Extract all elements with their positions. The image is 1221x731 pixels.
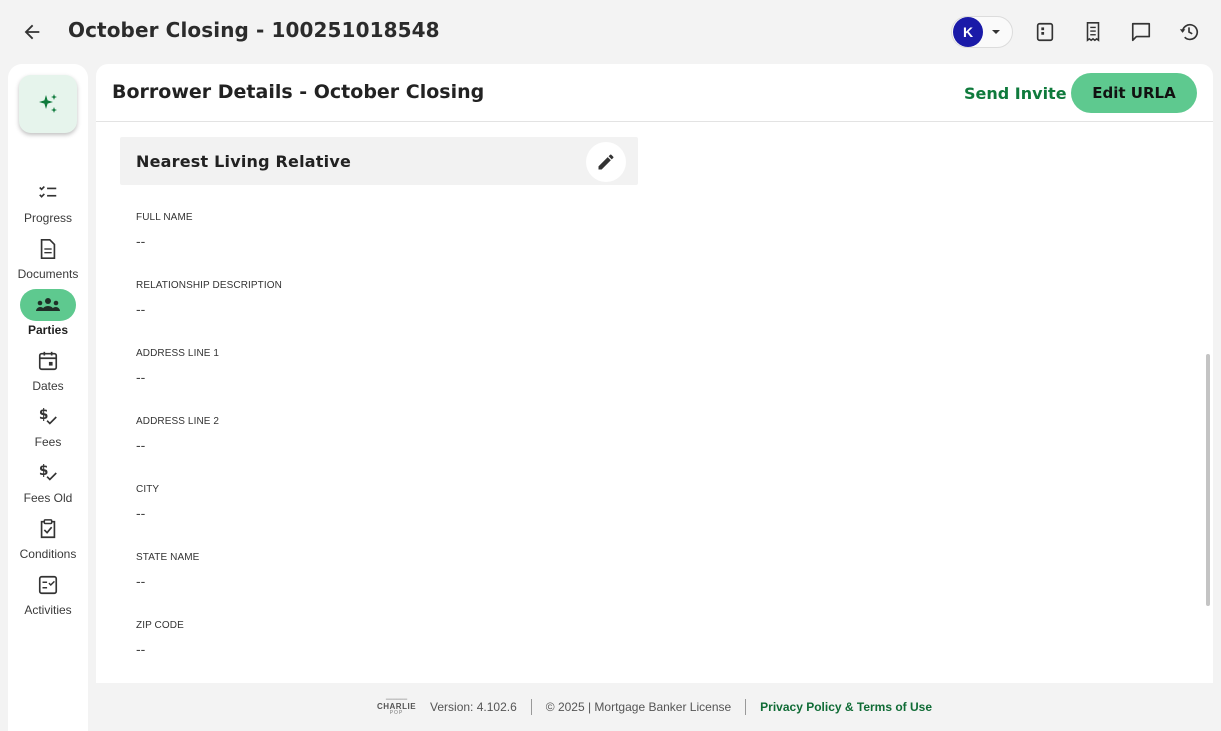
history-icon[interactable] bbox=[1177, 20, 1201, 44]
sidebar-item-conditions[interactable]: Conditions bbox=[8, 513, 88, 569]
edit-urla-button[interactable]: Edit URLA bbox=[1071, 73, 1197, 113]
sidebar-item-fees[interactable]: $ Fees bbox=[8, 401, 88, 457]
field-state-name: STATE NAME -- bbox=[136, 552, 736, 589]
section-header: Nearest Living Relative bbox=[120, 137, 638, 185]
field-value: -- bbox=[136, 437, 146, 453]
field-label: ZIP CODE bbox=[136, 620, 184, 631]
field-value: -- bbox=[136, 301, 146, 317]
copyright-text: © 2025 | Mortgage Banker License bbox=[545, 700, 732, 714]
dollar-check-icon: $ bbox=[20, 401, 76, 433]
sidebar-item-parties[interactable]: Parties bbox=[8, 289, 88, 345]
user-menu[interactable]: K bbox=[951, 16, 1013, 48]
svg-text:$: $ bbox=[39, 407, 49, 423]
document-icon bbox=[20, 233, 76, 265]
sparkle-icon bbox=[39, 94, 57, 113]
checkbox-list-icon bbox=[20, 569, 76, 601]
sidebar-item-label: Fees bbox=[34, 435, 62, 449]
divider bbox=[745, 699, 747, 715]
field-zip-code: ZIP CODE -- bbox=[136, 620, 736, 657]
back-arrow-icon[interactable] bbox=[18, 18, 46, 46]
clipboard-check-icon bbox=[20, 513, 76, 545]
field-label: RELATIONSHIP DESCRIPTION bbox=[136, 280, 282, 291]
field-label: STATE NAME bbox=[136, 552, 200, 563]
calendar-icon bbox=[20, 345, 76, 377]
avatar: K bbox=[953, 17, 983, 47]
page-title: October Closing - 100251018548 bbox=[68, 18, 440, 42]
field-value: -- bbox=[136, 641, 146, 657]
sidebar-item-label: Documents bbox=[17, 267, 79, 281]
field-label: ADDRESS LINE 1 bbox=[136, 348, 220, 359]
sidebar-item-label: Conditions bbox=[19, 547, 77, 561]
sidebar-item-dates[interactable]: Dates bbox=[8, 345, 88, 401]
vertical-scrollbar[interactable] bbox=[1206, 354, 1210, 606]
chat-icon[interactable] bbox=[1129, 20, 1153, 44]
privacy-policy-link[interactable]: Privacy Policy & Terms of Use bbox=[760, 700, 932, 714]
field-label: FULL NAME bbox=[136, 212, 193, 223]
sidebar-item-label: Parties bbox=[27, 323, 69, 337]
footer: ══════ CHARLIE POP Version: 4.102.6 © 20… bbox=[96, 683, 1213, 731]
main-panel: Borrower Details - October Closing Send … bbox=[96, 64, 1213, 683]
checklist-icon bbox=[20, 177, 76, 209]
top-bar: October Closing - 100251018548 K bbox=[0, 0, 1221, 64]
panel-header: Borrower Details - October Closing Send … bbox=[96, 64, 1213, 122]
sidebar-item-progress[interactable]: Progress bbox=[8, 177, 88, 233]
version-text: Version: 4.102.6 bbox=[430, 700, 517, 714]
sidebar-item-label: Dates bbox=[32, 379, 64, 393]
sidebar-item-label: Progress bbox=[23, 211, 73, 225]
field-label: ADDRESS LINE 2 bbox=[136, 416, 220, 427]
section-title: Nearest Living Relative bbox=[136, 152, 351, 171]
field-value: -- bbox=[136, 505, 146, 521]
field-value: -- bbox=[136, 233, 146, 249]
edit-section-button[interactable] bbox=[586, 142, 626, 182]
field-relationship-description: RELATIONSHIP DESCRIPTION -- bbox=[136, 280, 736, 317]
panel-title: Borrower Details - October Closing bbox=[112, 81, 485, 103]
sidebar-item-documents[interactable]: Documents bbox=[8, 233, 88, 289]
field-city: CITY -- bbox=[136, 484, 736, 521]
field-address-line-2: ADDRESS LINE 2 -- bbox=[136, 416, 736, 453]
dollar-check-icon: $ bbox=[20, 457, 76, 489]
ai-sparkle-button[interactable] bbox=[19, 75, 77, 133]
send-invite-button[interactable]: Send Invite bbox=[964, 84, 1067, 103]
sidebar-item-label: Fees Old bbox=[23, 491, 73, 505]
sidebar-item-activities[interactable]: Activities bbox=[8, 569, 88, 625]
field-value: -- bbox=[136, 369, 146, 385]
svg-text:$: $ bbox=[39, 463, 49, 479]
chevron-down-icon bbox=[992, 30, 1000, 34]
divider bbox=[530, 699, 532, 715]
document-summary-icon[interactable] bbox=[1033, 20, 1057, 44]
sidebar-item-label: Activities bbox=[24, 603, 72, 617]
groups-icon bbox=[20, 289, 76, 321]
charlie-pop-logo: ══════ CHARLIE POP bbox=[376, 697, 417, 716]
field-label: CITY bbox=[136, 484, 160, 495]
field-value: -- bbox=[136, 573, 146, 589]
pencil-icon bbox=[598, 154, 614, 170]
sidebar: Progress Documents Parties Dates $ Fees … bbox=[8, 64, 88, 731]
receipt-icon[interactable] bbox=[1081, 20, 1105, 44]
field-full-name: FULL NAME -- bbox=[136, 212, 736, 249]
field-address-line-1: ADDRESS LINE 1 -- bbox=[136, 348, 736, 385]
sidebar-item-fees-old[interactable]: $ Fees Old bbox=[8, 457, 88, 513]
